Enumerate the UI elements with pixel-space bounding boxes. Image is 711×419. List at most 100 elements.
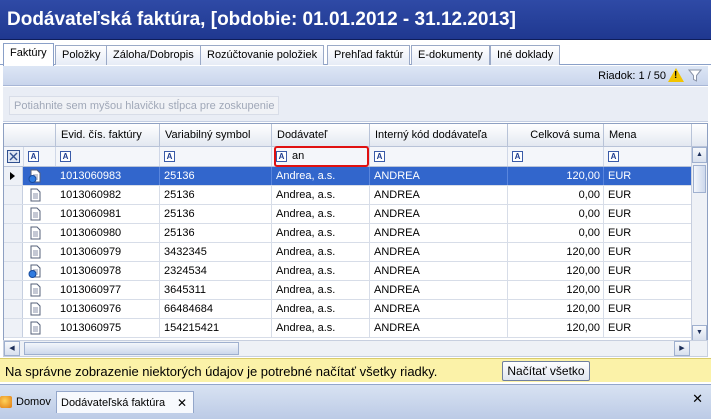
cell-vs[interactable]: 154215421 bbox=[160, 319, 272, 337]
filter-row-toggle[interactable] bbox=[4, 147, 24, 166]
cell-supplier[interactable]: Andrea, a.s. bbox=[272, 300, 370, 318]
close-window-icon[interactable]: ✕ bbox=[692, 391, 703, 407]
cell-currency[interactable]: EUR bbox=[604, 186, 692, 204]
close-tab-icon[interactable]: ✕ bbox=[177, 392, 187, 414]
home-tab[interactable]: Domov bbox=[0, 391, 51, 413]
filter-operator-icon[interactable]: A bbox=[164, 151, 175, 162]
scroll-down-button[interactable]: ▼ bbox=[692, 325, 707, 340]
cell-vs[interactable]: 25136 bbox=[160, 205, 272, 223]
row-indicator[interactable] bbox=[4, 262, 23, 280]
filter-interny-kod[interactable]: A bbox=[370, 147, 508, 166]
cell-invoice[interactable]: 1013060975 bbox=[56, 319, 160, 337]
cell-invoice[interactable]: 1013060983 bbox=[56, 167, 160, 185]
row-indicator[interactable] bbox=[4, 186, 23, 204]
filter-operator-icon[interactable]: A bbox=[60, 151, 71, 162]
cell-currency[interactable]: EUR bbox=[604, 281, 692, 299]
cell-vs[interactable]: 25136 bbox=[160, 167, 272, 185]
cell-invoice[interactable]: 1013060977 bbox=[56, 281, 160, 299]
cell-sum[interactable]: 120,00 bbox=[508, 319, 604, 337]
row-indicator[interactable] bbox=[4, 281, 23, 299]
row-indicator[interactable] bbox=[4, 205, 23, 223]
cell-code[interactable]: ANDREA bbox=[370, 262, 508, 280]
cell-invoice[interactable]: 1013060979 bbox=[56, 243, 160, 261]
filter-mena[interactable]: A bbox=[604, 147, 692, 166]
cell-sum[interactable]: 0,00 bbox=[508, 205, 604, 223]
tab-e-dokumenty[interactable]: E-dokumenty bbox=[411, 45, 490, 65]
cell-code[interactable]: ANDREA bbox=[370, 281, 508, 299]
scroll-right-button[interactable]: ▶ bbox=[674, 341, 690, 356]
horizontal-scrollbar[interactable]: ◀ ▶ bbox=[3, 340, 708, 357]
table-row[interactable]: 1013060983 25136 Andrea, a.s. ANDREA 120,00 E… bbox=[4, 167, 692, 186]
cell-code[interactable]: ANDREA bbox=[370, 205, 508, 223]
cell-sum[interactable]: 120,00 bbox=[508, 243, 604, 261]
cell-supplier[interactable]: Andrea, a.s. bbox=[272, 167, 370, 185]
filter-operator-icon[interactable]: A bbox=[512, 151, 523, 162]
tab-polozky[interactable]: Položky bbox=[55, 45, 108, 65]
cell-code[interactable]: ANDREA bbox=[370, 243, 508, 261]
cell-currency[interactable]: EUR bbox=[604, 224, 692, 242]
cell-supplier[interactable]: Andrea, a.s. bbox=[272, 186, 370, 204]
table-row[interactable]: 1013060981 25136 Andrea, a.s. ANDREA 0,00 EUR bbox=[4, 205, 692, 224]
tab-prehlad-faktur[interactable]: Prehľad faktúr bbox=[327, 45, 411, 65]
cell-currency[interactable]: EUR bbox=[604, 205, 692, 223]
row-indicator[interactable] bbox=[4, 167, 23, 185]
header-dodavatel[interactable]: Dodávateľ bbox=[272, 124, 370, 147]
table-row[interactable]: 1013060977 3645311 Andrea, a.s. ANDREA 120,0… bbox=[4, 281, 692, 300]
header-evid-cislo[interactable]: Evid. čís. faktúry bbox=[56, 124, 160, 147]
cell-vs[interactable]: 3645311 bbox=[160, 281, 272, 299]
header-variabilny-symbol[interactable]: Variabilný symbol bbox=[160, 124, 272, 147]
vertical-scroll-thumb[interactable] bbox=[693, 165, 706, 193]
cell-supplier[interactable]: Andrea, a.s. bbox=[272, 243, 370, 261]
cell-currency[interactable]: EUR bbox=[604, 243, 692, 261]
cell-sum[interactable]: 120,00 bbox=[508, 281, 604, 299]
cell-currency[interactable]: EUR bbox=[604, 167, 692, 185]
header-interny-kod[interactable]: Interný kód dodávateľa bbox=[370, 124, 508, 147]
tab-rozuctovanie[interactable]: Rozúčtovanie položiek bbox=[200, 45, 325, 65]
cell-supplier[interactable]: Andrea, a.s. bbox=[272, 224, 370, 242]
scroll-up-button[interactable]: ▲ bbox=[692, 147, 707, 163]
cell-supplier[interactable]: Andrea, a.s. bbox=[272, 281, 370, 299]
cell-vs[interactable]: 66484684 bbox=[160, 300, 272, 318]
cell-currency[interactable]: EUR bbox=[604, 300, 692, 318]
cell-invoice[interactable]: 1013060978 bbox=[56, 262, 160, 280]
row-indicator[interactable] bbox=[4, 319, 23, 337]
table-row[interactable]: 1013060978 2324534 Andrea, a.s. ANDREA 120,0… bbox=[4, 262, 692, 281]
load-all-button[interactable]: Načítať všetko bbox=[502, 361, 590, 381]
cell-invoice[interactable]: 1013060976 bbox=[56, 300, 160, 318]
filter-clear-icon[interactable] bbox=[7, 150, 20, 163]
cell-vs[interactable]: 25136 bbox=[160, 224, 272, 242]
filter-icon[interactable] bbox=[688, 69, 702, 82]
cell-code[interactable]: ANDREA bbox=[370, 319, 508, 337]
cell-vs[interactable]: 2324534 bbox=[160, 262, 272, 280]
filter-variabilny-symbol[interactable]: A bbox=[160, 147, 272, 166]
cell-code[interactable]: ANDREA bbox=[370, 186, 508, 204]
tab-ine-doklady[interactable]: Iné doklady bbox=[490, 45, 561, 65]
cell-vs[interactable]: 25136 bbox=[160, 186, 272, 204]
cell-invoice[interactable]: 1013060980 bbox=[56, 224, 160, 242]
table-row[interactable]: 1013060979 3432345 Andrea, a.s. ANDREA 120,0… bbox=[4, 243, 692, 262]
filter-operator-icon[interactable]: A bbox=[608, 151, 619, 162]
scroll-left-button[interactable]: ◀ bbox=[4, 341, 20, 356]
cell-sum[interactable]: 0,00 bbox=[508, 186, 604, 204]
filter-evid-cislo[interactable]: A bbox=[56, 147, 160, 166]
table-row[interactable]: 1013060982 25136 Andrea, a.s. ANDREA 0,00 EUR bbox=[4, 186, 692, 205]
table-row[interactable]: 1013060980 25136 Andrea, a.s. ANDREA 0,00 EUR bbox=[4, 224, 692, 243]
cell-supplier[interactable]: Andrea, a.s. bbox=[272, 205, 370, 223]
horizontal-scroll-thumb[interactable] bbox=[24, 342, 239, 355]
cell-code[interactable]: ANDREA bbox=[370, 300, 508, 318]
header-celkova-suma[interactable]: Celková suma bbox=[508, 124, 604, 147]
row-indicator[interactable] bbox=[4, 243, 23, 261]
cell-sum[interactable]: 120,00 bbox=[508, 262, 604, 280]
cell-invoice[interactable]: 1013060982 bbox=[56, 186, 160, 204]
filter-celkova-suma[interactable]: A bbox=[508, 147, 604, 166]
vertical-scrollbar[interactable]: ▲ ▼ bbox=[691, 147, 707, 340]
row-indicator[interactable] bbox=[4, 300, 23, 318]
cell-supplier[interactable]: Andrea, a.s. bbox=[272, 319, 370, 337]
table-row[interactable]: 1013060975 154215421 Andrea, a.s. ANDREA 120… bbox=[4, 319, 692, 338]
row-indicator[interactable] bbox=[4, 224, 23, 242]
cell-code[interactable]: ANDREA bbox=[370, 224, 508, 242]
filter-icon-cell[interactable]: A bbox=[24, 147, 56, 166]
header-mena[interactable]: Mena bbox=[604, 124, 692, 147]
document-tab-dodavatelska-faktura[interactable]: Dodávateľská faktúra ✕ bbox=[56, 391, 194, 413]
filter-operator-icon[interactable]: A bbox=[28, 151, 39, 162]
